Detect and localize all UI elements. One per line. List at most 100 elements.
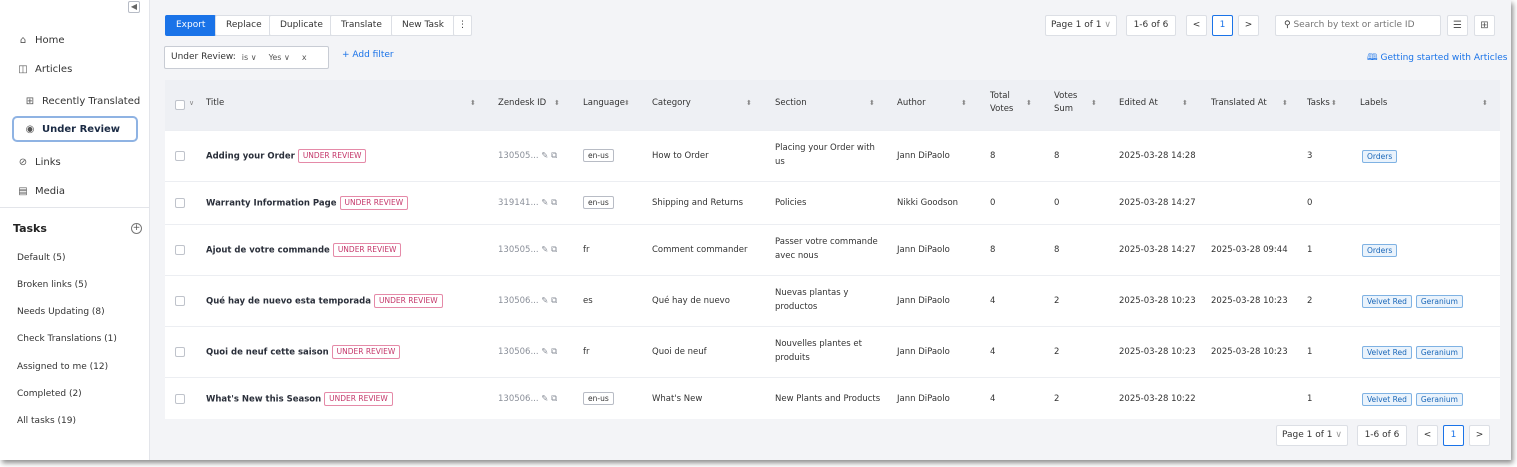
- prev-page-button[interactable]: <: [1186, 15, 1207, 36]
- col-total-votes[interactable]: Total Votes: [990, 90, 1013, 116]
- sort-icon[interactable]: ⬍: [1282, 100, 1288, 107]
- sidebar-item-media[interactable]: ▤ Media: [0, 178, 150, 204]
- current-page-button[interactable]: 1: [1212, 15, 1233, 36]
- task-filter-assigned-to-me[interactable]: Assigned to me (12): [17, 362, 108, 372]
- col-category[interactable]: Category: [652, 97, 691, 110]
- article-title-link[interactable]: Ajout de votre commande UNDER REVIEW: [206, 243, 402, 258]
- article-title-link[interactable]: Adding your Order UNDER REVIEW: [206, 149, 367, 164]
- translate-button[interactable]: Translate: [330, 15, 393, 36]
- edit-icon[interactable]: ✎: [541, 394, 548, 404]
- label-chip[interactable]: Velvet Red: [1362, 393, 1412, 406]
- grid-view-icon[interactable]: ⊞: [1474, 15, 1495, 36]
- add-filter-link[interactable]: + Add filter: [342, 50, 394, 60]
- label-chip[interactable]: Geranium: [1415, 346, 1463, 359]
- filter-operator-select[interactable]: is ∨: [242, 47, 257, 68]
- table-row[interactable]: Qué hay de nuevo esta temporada UNDER REV…: [165, 275, 1500, 326]
- edit-icon[interactable]: ✎: [541, 198, 548, 208]
- external-link-icon[interactable]: ⧉: [551, 151, 557, 161]
- next-page-button[interactable]: >: [1238, 15, 1259, 36]
- table-row[interactable]: Quoi de neuf cette saison UNDER REVIEW 13…: [165, 326, 1500, 377]
- edit-icon[interactable]: ✎: [541, 151, 548, 161]
- filter-value-select[interactable]: Yes ∨: [269, 47, 290, 68]
- label-chip[interactable]: Orders: [1362, 244, 1398, 257]
- label-chip[interactable]: Geranium: [1415, 393, 1463, 406]
- sidebar-item-recently-translated[interactable]: ⊞ Recently Translated: [0, 88, 150, 114]
- label-chip[interactable]: Velvet Red: [1362, 346, 1412, 359]
- bottom-page-select[interactable]: Page 1 of 1 ∨: [1276, 425, 1348, 446]
- external-link-icon[interactable]: ⧉: [551, 198, 557, 208]
- col-labels[interactable]: Labels: [1360, 97, 1387, 110]
- col-zendesk-id[interactable]: Zendesk ID: [498, 97, 546, 110]
- more-actions-icon[interactable]: ⋮: [453, 15, 472, 36]
- search-input[interactable]: [1293, 20, 1434, 30]
- bottom-next-page-button[interactable]: >: [1469, 425, 1490, 446]
- collapse-sidebar-icon[interactable]: ◀: [128, 1, 140, 13]
- external-link-icon[interactable]: ⧉: [551, 245, 557, 255]
- sidebar-item-home[interactable]: ⌂ Home: [0, 27, 150, 53]
- task-filter-default[interactable]: Default (5): [17, 253, 66, 263]
- sort-icon[interactable]: ⬍: [1331, 100, 1337, 107]
- filter-chip-under-review[interactable]: Under Review: is ∨ Yes ∨ x: [164, 46, 329, 69]
- sort-icon[interactable]: ⬍: [470, 100, 476, 107]
- task-filter-needs-updating[interactable]: Needs Updating (8): [17, 307, 105, 317]
- search-field[interactable]: ⚲: [1275, 15, 1441, 36]
- row-checkbox[interactable]: [175, 296, 185, 306]
- row-checkbox[interactable]: [175, 198, 185, 208]
- col-title[interactable]: Title: [206, 97, 224, 110]
- label-chip[interactable]: Orders: [1362, 150, 1398, 163]
- sidebar-item-under-review[interactable]: ◉ Under Review: [12, 116, 138, 142]
- sort-icon[interactable]: ⬍: [1091, 100, 1097, 107]
- list-view-icon[interactable]: ☰: [1447, 15, 1468, 36]
- getting-started-link[interactable]: 🕮 Getting started with Articles: [1367, 50, 1507, 66]
- task-filter-all-tasks[interactable]: All tasks (19): [17, 416, 76, 426]
- row-checkbox[interactable]: [175, 151, 185, 161]
- task-filter-broken-links[interactable]: Broken links (5): [17, 280, 87, 290]
- bottom-current-page-button[interactable]: 1: [1443, 425, 1464, 446]
- col-section[interactable]: Section: [775, 97, 807, 110]
- external-link-icon[interactable]: ⧉: [551, 296, 557, 306]
- task-filter-check-translations[interactable]: Check Translations (1): [17, 334, 117, 344]
- select-menu-chevron-icon[interactable]: ∨: [189, 100, 194, 107]
- article-title-link[interactable]: Quoi de neuf cette saison UNDER REVIEW: [206, 345, 401, 360]
- sort-icon[interactable]: ⬍: [869, 100, 875, 107]
- col-edited-at[interactable]: Edited At: [1119, 97, 1158, 110]
- col-tasks[interactable]: Tasks: [1307, 97, 1330, 110]
- table-row[interactable]: What's New this Season UNDER REVIEW 13050…: [165, 377, 1500, 419]
- sort-icon[interactable]: ⬍: [1482, 100, 1488, 107]
- article-title-link[interactable]: Warranty Information Page UNDER REVIEW: [206, 196, 409, 211]
- article-title-link[interactable]: What's New this Season UNDER REVIEW: [206, 392, 393, 407]
- external-link-icon[interactable]: ⧉: [551, 347, 557, 357]
- row-checkbox[interactable]: [175, 245, 185, 255]
- page-select[interactable]: Page 1 of 1 ∨: [1045, 15, 1117, 36]
- table-row[interactable]: Adding your Order UNDER REVIEW 130505... …: [165, 130, 1500, 181]
- sort-icon[interactable]: ⬍: [624, 100, 630, 107]
- table-row[interactable]: Warranty Information Page UNDER REVIEW 31…: [165, 181, 1500, 224]
- edit-icon[interactable]: ✎: [541, 347, 548, 357]
- article-title-link[interactable]: Qué hay de nuevo esta temporada UNDER REV…: [206, 294, 443, 309]
- add-task-icon[interactable]: +: [131, 223, 142, 234]
- sort-icon[interactable]: ⬍: [1182, 100, 1188, 107]
- task-filter-completed[interactable]: Completed (2): [17, 389, 82, 399]
- select-all-checkbox[interactable]: [175, 100, 185, 110]
- row-checkbox[interactable]: [175, 347, 185, 357]
- export-button[interactable]: Export: [165, 15, 217, 36]
- new-task-button[interactable]: New Task: [391, 15, 455, 36]
- label-chip[interactable]: Velvet Red: [1362, 295, 1412, 308]
- edit-icon[interactable]: ✎: [541, 245, 548, 255]
- clear-filter-icon[interactable]: x: [302, 47, 307, 68]
- edit-icon[interactable]: ✎: [541, 296, 548, 306]
- col-votes-sum[interactable]: Votes Sum: [1054, 90, 1077, 116]
- duplicate-button[interactable]: Duplicate: [269, 15, 334, 36]
- replace-button[interactable]: Replace: [215, 15, 273, 36]
- sidebar-item-articles[interactable]: ◫ Articles: [0, 56, 150, 82]
- col-language[interactable]: Language: [583, 97, 625, 110]
- col-translated-at[interactable]: Translated At: [1211, 97, 1267, 110]
- col-author[interactable]: Author: [897, 97, 926, 110]
- sort-icon[interactable]: ⬍: [1026, 100, 1032, 107]
- sort-icon[interactable]: ⬍: [961, 100, 967, 107]
- bottom-prev-page-button[interactable]: <: [1417, 425, 1438, 446]
- table-row[interactable]: Ajout de votre commande UNDER REVIEW 1305…: [165, 224, 1500, 275]
- sidebar-item-links[interactable]: ⊘ Links: [0, 149, 150, 175]
- row-checkbox[interactable]: [175, 394, 185, 404]
- sort-icon[interactable]: ⬍: [554, 100, 560, 107]
